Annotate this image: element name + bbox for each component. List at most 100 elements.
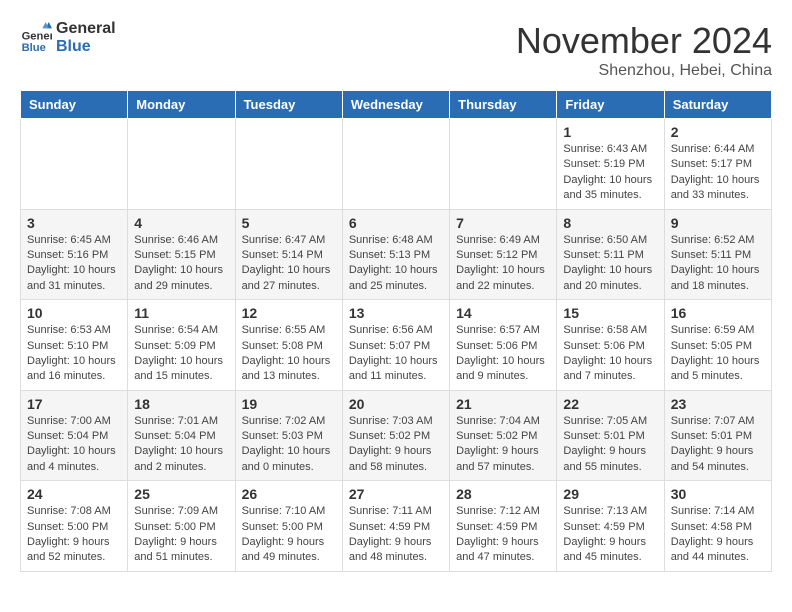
day-number: 6 [349,215,443,231]
day-info: Sunrise: 7:07 AM Sunset: 5:01 PM Dayligh… [671,414,765,476]
day-info: Sunrise: 7:09 AM Sunset: 5:00 PM Dayligh… [134,504,228,566]
page-header: General Blue General Blue November 2024 … [20,20,772,80]
calendar-cell: 4 Sunrise: 6:46 AM Sunset: 5:15 PM Daylig… [128,209,235,300]
day-info: Sunrise: 7:00 AM Sunset: 5:04 PM Dayligh… [27,414,121,476]
calendar-header: SundayMondayTuesdayWednesdayThursdayFrid… [21,91,772,119]
calendar-cell: 21 Sunrise: 7:04 AM Sunset: 5:02 PM Dayli… [450,390,557,481]
day-info: Sunrise: 7:12 AM Sunset: 4:59 PM Dayligh… [456,504,550,566]
month-title: November 2024 [516,20,772,62]
day-number: 5 [242,215,336,231]
calendar-cell: 24 Sunrise: 7:08 AM Sunset: 5:00 PM Dayli… [21,481,128,572]
day-info: Sunrise: 6:50 AM Sunset: 5:11 PM Dayligh… [563,233,657,295]
calendar-cell: 27 Sunrise: 7:11 AM Sunset: 4:59 PM Dayli… [342,481,449,572]
day-info: Sunrise: 6:44 AM Sunset: 5:17 PM Dayligh… [671,142,765,204]
day-info: Sunrise: 7:01 AM Sunset: 5:04 PM Dayligh… [134,414,228,476]
calendar-cell: 28Sunrise: 7:12 AM Sunset: 4:59 PM Dayli… [450,481,557,572]
day-info: Sunrise: 6:58 AM Sunset: 5:06 PM Dayligh… [563,323,657,385]
calendar-cell: 6 Sunrise: 6:48 AM Sunset: 5:13 PM Daylig… [342,209,449,300]
calendar-cell [342,119,449,210]
svg-text:Blue: Blue [22,42,46,54]
day-number: 8 [563,215,657,231]
week-row-5: 24 Sunrise: 7:08 AM Sunset: 5:00 PM Dayli… [21,481,772,572]
day-info: Sunrise: 7:14 AM Sunset: 4:58 PM Dayligh… [671,504,765,566]
calendar-cell: 30 Sunrise: 7:14 AM Sunset: 4:58 PM Dayli… [664,481,771,572]
day-number: 23 [671,396,765,412]
day-info: Sunrise: 6:54 AM Sunset: 5:09 PM Dayligh… [134,323,228,385]
day-info: Sunrise: 6:59 AM Sunset: 5:05 PM Dayligh… [671,323,765,385]
weekday-header-row: SundayMondayTuesdayWednesdayThursdayFrid… [21,91,772,119]
day-number: 11 [134,305,228,321]
day-info: Sunrise: 7:11 AM Sunset: 4:59 PM Dayligh… [349,504,443,566]
calendar-table: SundayMondayTuesdayWednesdayThursdayFrid… [20,90,772,572]
day-number: 21 [456,396,550,412]
day-number: 7 [456,215,550,231]
day-number: 29 [563,486,657,502]
week-row-2: 3Sunrise: 6:45 AM Sunset: 5:16 PM Daylig… [21,209,772,300]
calendar-cell: 22 Sunrise: 7:05 AM Sunset: 5:01 PM Dayli… [557,390,664,481]
day-number: 4 [134,215,228,231]
day-number: 22 [563,396,657,412]
calendar-cell: 20Sunrise: 7:03 AM Sunset: 5:02 PM Dayli… [342,390,449,481]
day-number: 17 [27,396,121,412]
calendar-cell [235,119,342,210]
day-info: Sunrise: 6:55 AM Sunset: 5:08 PM Dayligh… [242,323,336,385]
day-number: 10 [27,305,121,321]
calendar-cell: 12 Sunrise: 6:55 AM Sunset: 5:08 PM Dayli… [235,300,342,391]
day-info: Sunrise: 6:52 AM Sunset: 5:11 PM Dayligh… [671,233,765,295]
logo-icon: General Blue [20,22,52,54]
location: Shenzhou, Hebei, China [516,62,772,80]
weekday-sunday: Sunday [21,91,128,119]
day-info: Sunrise: 7:05 AM Sunset: 5:01 PM Dayligh… [563,414,657,476]
calendar-cell: 7Sunrise: 6:49 AM Sunset: 5:12 PM Daylig… [450,209,557,300]
day-info: Sunrise: 6:53 AM Sunset: 5:10 PM Dayligh… [27,323,121,385]
day-info: Sunrise: 7:04 AM Sunset: 5:02 PM Dayligh… [456,414,550,476]
calendar-cell: 23 Sunrise: 7:07 AM Sunset: 5:01 PM Dayli… [664,390,771,481]
day-number: 19 [242,396,336,412]
day-number: 13 [349,305,443,321]
weekday-friday: Friday [557,91,664,119]
day-info: Sunrise: 6:46 AM Sunset: 5:15 PM Dayligh… [134,233,228,295]
day-info: Sunrise: 6:45 AM Sunset: 5:16 PM Dayligh… [27,233,121,295]
logo-general: General [56,20,116,38]
weekday-tuesday: Tuesday [235,91,342,119]
calendar-cell: 16 Sunrise: 6:59 AM Sunset: 5:05 PM Dayli… [664,300,771,391]
calendar-cell: 8 Sunrise: 6:50 AM Sunset: 5:11 PM Daylig… [557,209,664,300]
day-number: 12 [242,305,336,321]
logo-blue: Blue [56,38,116,56]
week-row-3: 10 Sunrise: 6:53 AM Sunset: 5:10 PM Dayli… [21,300,772,391]
day-info: Sunrise: 7:03 AM Sunset: 5:02 PM Dayligh… [349,414,443,476]
day-number: 16 [671,305,765,321]
calendar-cell: 17 Sunrise: 7:00 AM Sunset: 5:04 PM Dayli… [21,390,128,481]
day-number: 27 [349,486,443,502]
calendar-cell: 15 Sunrise: 6:58 AM Sunset: 5:06 PM Dayli… [557,300,664,391]
day-info: Sunrise: 6:47 AM Sunset: 5:14 PM Dayligh… [242,233,336,295]
calendar-cell [450,119,557,210]
day-number: 26 [242,486,336,502]
calendar-cell: 13Sunrise: 6:56 AM Sunset: 5:07 PM Dayli… [342,300,449,391]
calendar-cell: 19Sunrise: 7:02 AM Sunset: 5:03 PM Dayli… [235,390,342,481]
calendar-cell: 26 Sunrise: 7:10 AM Sunset: 5:00 PM Dayli… [235,481,342,572]
day-info: Sunrise: 7:13 AM Sunset: 4:59 PM Dayligh… [563,504,657,566]
weekday-wednesday: Wednesday [342,91,449,119]
day-number: 30 [671,486,765,502]
calendar-cell: 11 Sunrise: 6:54 AM Sunset: 5:09 PM Dayli… [128,300,235,391]
day-info: Sunrise: 6:48 AM Sunset: 5:13 PM Dayligh… [349,233,443,295]
day-number: 24 [27,486,121,502]
svg-text:General: General [22,31,52,43]
calendar-cell: 3Sunrise: 6:45 AM Sunset: 5:16 PM Daylig… [21,209,128,300]
day-info: Sunrise: 6:57 AM Sunset: 5:06 PM Dayligh… [456,323,550,385]
day-info: Sunrise: 7:08 AM Sunset: 5:00 PM Dayligh… [27,504,121,566]
day-number: 2 [671,124,765,140]
calendar-cell: 29 Sunrise: 7:13 AM Sunset: 4:59 PM Dayli… [557,481,664,572]
calendar-cell: 2 Sunrise: 6:44 AM Sunset: 5:17 PM Daylig… [664,119,771,210]
day-info: Sunrise: 7:10 AM Sunset: 5:00 PM Dayligh… [242,504,336,566]
calendar-cell: 14Sunrise: 6:57 AM Sunset: 5:06 PM Dayli… [450,300,557,391]
calendar-body: 1Sunrise: 6:43 AM Sunset: 5:19 PM Daylig… [21,119,772,572]
day-number: 1 [563,124,657,140]
calendar-cell: 9 Sunrise: 6:52 AM Sunset: 5:11 PM Daylig… [664,209,771,300]
day-number: 15 [563,305,657,321]
day-number: 25 [134,486,228,502]
day-number: 9 [671,215,765,231]
week-row-1: 1Sunrise: 6:43 AM Sunset: 5:19 PM Daylig… [21,119,772,210]
weekday-monday: Monday [128,91,235,119]
